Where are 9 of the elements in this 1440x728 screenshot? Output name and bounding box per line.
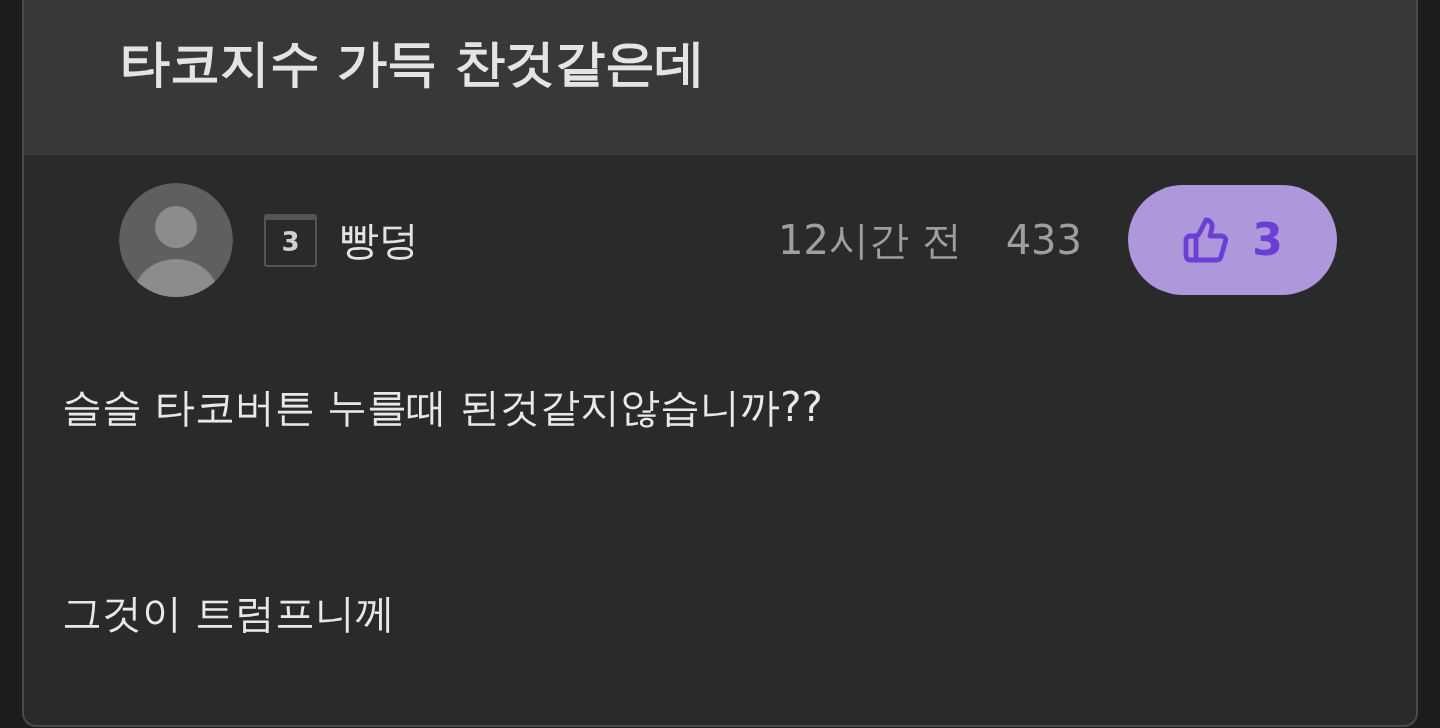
post-time: 12시간 전 — [778, 216, 962, 265]
body-text: 그것이 트럼프니께 — [62, 589, 396, 638]
view-count: 433 — [1005, 216, 1082, 265]
thumbs-up-icon — [1182, 216, 1231, 264]
level-badge: 3 — [264, 213, 317, 267]
post-title: 타코지수 가득 찬것같은데 — [120, 33, 706, 94]
author-name[interactable]: 빵덩 — [339, 210, 419, 270]
body-text: 슬슬 타코버튼 누를때 된것같지않습니까?? — [62, 383, 824, 432]
avatar-icon — [119, 183, 233, 297]
